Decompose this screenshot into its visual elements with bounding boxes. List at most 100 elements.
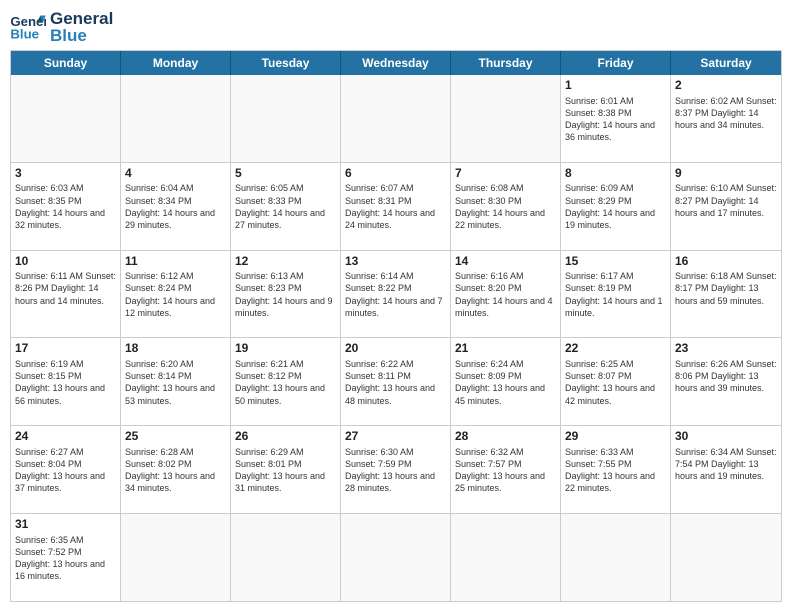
day-info: Sunrise: 6:30 AM Sunset: 7:59 PM Dayligh… bbox=[345, 446, 446, 495]
calendar-cell: 4Sunrise: 6:04 AM Sunset: 8:34 PM Daylig… bbox=[121, 163, 231, 250]
calendar-cell: 18Sunrise: 6:20 AM Sunset: 8:14 PM Dayli… bbox=[121, 338, 231, 425]
header-monday: Monday bbox=[121, 51, 231, 75]
day-number: 25 bbox=[125, 429, 226, 445]
day-info: Sunrise: 6:07 AM Sunset: 8:31 PM Dayligh… bbox=[345, 182, 446, 231]
calendar-cell: 8Sunrise: 6:09 AM Sunset: 8:29 PM Daylig… bbox=[561, 163, 671, 250]
day-info: Sunrise: 6:16 AM Sunset: 8:20 PM Dayligh… bbox=[455, 270, 556, 319]
calendar-cell: 7Sunrise: 6:08 AM Sunset: 8:30 PM Daylig… bbox=[451, 163, 561, 250]
calendar-cell: 10Sunrise: 6:11 AM Sunset: 8:26 PM Dayli… bbox=[11, 251, 121, 338]
calendar-cell: 20Sunrise: 6:22 AM Sunset: 8:11 PM Dayli… bbox=[341, 338, 451, 425]
calendar-header: Sunday Monday Tuesday Wednesday Thursday… bbox=[11, 51, 781, 75]
day-info: Sunrise: 6:14 AM Sunset: 8:22 PM Dayligh… bbox=[345, 270, 446, 319]
calendar-cell: 22Sunrise: 6:25 AM Sunset: 8:07 PM Dayli… bbox=[561, 338, 671, 425]
header-sunday: Sunday bbox=[11, 51, 121, 75]
day-info: Sunrise: 6:29 AM Sunset: 8:01 PM Dayligh… bbox=[235, 446, 336, 495]
day-info: Sunrise: 6:27 AM Sunset: 8:04 PM Dayligh… bbox=[15, 446, 116, 495]
day-info: Sunrise: 6:10 AM Sunset: 8:27 PM Dayligh… bbox=[675, 182, 777, 218]
day-number: 8 bbox=[565, 166, 666, 182]
day-number: 28 bbox=[455, 429, 556, 445]
day-number: 11 bbox=[125, 254, 226, 270]
calendar-week-5: 24Sunrise: 6:27 AM Sunset: 8:04 PM Dayli… bbox=[11, 426, 781, 514]
day-info: Sunrise: 6:09 AM Sunset: 8:29 PM Dayligh… bbox=[565, 182, 666, 231]
calendar-cell: 24Sunrise: 6:27 AM Sunset: 8:04 PM Dayli… bbox=[11, 426, 121, 513]
calendar-cell: 25Sunrise: 6:28 AM Sunset: 8:02 PM Dayli… bbox=[121, 426, 231, 513]
logo-general: General bbox=[50, 10, 113, 27]
calendar-cell: 14Sunrise: 6:16 AM Sunset: 8:20 PM Dayli… bbox=[451, 251, 561, 338]
calendar-cell: 16Sunrise: 6:18 AM Sunset: 8:17 PM Dayli… bbox=[671, 251, 781, 338]
calendar-cell bbox=[121, 514, 231, 601]
day-number: 18 bbox=[125, 341, 226, 357]
day-number: 21 bbox=[455, 341, 556, 357]
day-info: Sunrise: 6:25 AM Sunset: 8:07 PM Dayligh… bbox=[565, 358, 666, 407]
calendar-cell bbox=[231, 75, 341, 162]
calendar: Sunday Monday Tuesday Wednesday Thursday… bbox=[10, 50, 782, 602]
day-number: 20 bbox=[345, 341, 446, 357]
calendar-cell: 12Sunrise: 6:13 AM Sunset: 8:23 PM Dayli… bbox=[231, 251, 341, 338]
day-number: 31 bbox=[15, 517, 116, 533]
calendar-cell: 30Sunrise: 6:34 AM Sunset: 7:54 PM Dayli… bbox=[671, 426, 781, 513]
calendar-cell: 1Sunrise: 6:01 AM Sunset: 8:38 PM Daylig… bbox=[561, 75, 671, 162]
header-tuesday: Tuesday bbox=[231, 51, 341, 75]
header-wednesday: Wednesday bbox=[341, 51, 451, 75]
day-info: Sunrise: 6:17 AM Sunset: 8:19 PM Dayligh… bbox=[565, 270, 666, 319]
header-thursday: Thursday bbox=[451, 51, 561, 75]
day-info: Sunrise: 6:33 AM Sunset: 7:55 PM Dayligh… bbox=[565, 446, 666, 495]
calendar-cell bbox=[121, 75, 231, 162]
day-number: 22 bbox=[565, 341, 666, 357]
day-number: 30 bbox=[675, 429, 777, 445]
calendar-cell bbox=[451, 514, 561, 601]
header-saturday: Saturday bbox=[671, 51, 781, 75]
logo: General Blue General Blue bbox=[10, 10, 113, 44]
day-number: 13 bbox=[345, 254, 446, 270]
day-number: 19 bbox=[235, 341, 336, 357]
day-number: 7 bbox=[455, 166, 556, 182]
day-info: Sunrise: 6:13 AM Sunset: 8:23 PM Dayligh… bbox=[235, 270, 336, 319]
day-info: Sunrise: 6:19 AM Sunset: 8:15 PM Dayligh… bbox=[15, 358, 116, 407]
calendar-cell: 3Sunrise: 6:03 AM Sunset: 8:35 PM Daylig… bbox=[11, 163, 121, 250]
day-info: Sunrise: 6:18 AM Sunset: 8:17 PM Dayligh… bbox=[675, 270, 777, 306]
header-friday: Friday bbox=[561, 51, 671, 75]
logo-blue: Blue bbox=[50, 27, 113, 44]
calendar-week-2: 3Sunrise: 6:03 AM Sunset: 8:35 PM Daylig… bbox=[11, 163, 781, 251]
day-info: Sunrise: 6:32 AM Sunset: 7:57 PM Dayligh… bbox=[455, 446, 556, 495]
day-number: 12 bbox=[235, 254, 336, 270]
day-info: Sunrise: 6:34 AM Sunset: 7:54 PM Dayligh… bbox=[675, 446, 777, 482]
calendar-cell: 28Sunrise: 6:32 AM Sunset: 7:57 PM Dayli… bbox=[451, 426, 561, 513]
day-info: Sunrise: 6:24 AM Sunset: 8:09 PM Dayligh… bbox=[455, 358, 556, 407]
day-info: Sunrise: 6:20 AM Sunset: 8:14 PM Dayligh… bbox=[125, 358, 226, 407]
calendar-cell: 13Sunrise: 6:14 AM Sunset: 8:22 PM Dayli… bbox=[341, 251, 451, 338]
day-number: 14 bbox=[455, 254, 556, 270]
day-number: 17 bbox=[15, 341, 116, 357]
day-number: 2 bbox=[675, 78, 777, 94]
calendar-cell: 29Sunrise: 6:33 AM Sunset: 7:55 PM Dayli… bbox=[561, 426, 671, 513]
day-number: 3 bbox=[15, 166, 116, 182]
day-number: 4 bbox=[125, 166, 226, 182]
calendar-cell: 17Sunrise: 6:19 AM Sunset: 8:15 PM Dayli… bbox=[11, 338, 121, 425]
calendar-week-3: 10Sunrise: 6:11 AM Sunset: 8:26 PM Dayli… bbox=[11, 251, 781, 339]
day-info: Sunrise: 6:02 AM Sunset: 8:37 PM Dayligh… bbox=[675, 95, 777, 131]
day-number: 9 bbox=[675, 166, 777, 182]
calendar-cell bbox=[561, 514, 671, 601]
page: General Blue General Blue Sunday Monday … bbox=[0, 0, 792, 612]
day-number: 29 bbox=[565, 429, 666, 445]
day-info: Sunrise: 6:35 AM Sunset: 7:52 PM Dayligh… bbox=[15, 534, 116, 583]
calendar-cell: 11Sunrise: 6:12 AM Sunset: 8:24 PM Dayli… bbox=[121, 251, 231, 338]
calendar-cell: 21Sunrise: 6:24 AM Sunset: 8:09 PM Dayli… bbox=[451, 338, 561, 425]
calendar-cell: 2Sunrise: 6:02 AM Sunset: 8:37 PM Daylig… bbox=[671, 75, 781, 162]
day-info: Sunrise: 6:03 AM Sunset: 8:35 PM Dayligh… bbox=[15, 182, 116, 231]
day-info: Sunrise: 6:26 AM Sunset: 8:06 PM Dayligh… bbox=[675, 358, 777, 394]
calendar-week-4: 17Sunrise: 6:19 AM Sunset: 8:15 PM Dayli… bbox=[11, 338, 781, 426]
day-number: 10 bbox=[15, 254, 116, 270]
calendar-cell: 19Sunrise: 6:21 AM Sunset: 8:12 PM Dayli… bbox=[231, 338, 341, 425]
calendar-cell: 23Sunrise: 6:26 AM Sunset: 8:06 PM Dayli… bbox=[671, 338, 781, 425]
calendar-cell bbox=[341, 75, 451, 162]
day-info: Sunrise: 6:11 AM Sunset: 8:26 PM Dayligh… bbox=[15, 270, 116, 306]
calendar-cell: 31Sunrise: 6:35 AM Sunset: 7:52 PM Dayli… bbox=[11, 514, 121, 601]
calendar-body: 1Sunrise: 6:01 AM Sunset: 8:38 PM Daylig… bbox=[11, 75, 781, 601]
day-info: Sunrise: 6:12 AM Sunset: 8:24 PM Dayligh… bbox=[125, 270, 226, 319]
day-info: Sunrise: 6:04 AM Sunset: 8:34 PM Dayligh… bbox=[125, 182, 226, 231]
calendar-cell: 15Sunrise: 6:17 AM Sunset: 8:19 PM Dayli… bbox=[561, 251, 671, 338]
calendar-week-1: 1Sunrise: 6:01 AM Sunset: 8:38 PM Daylig… bbox=[11, 75, 781, 163]
calendar-cell bbox=[451, 75, 561, 162]
calendar-cell bbox=[341, 514, 451, 601]
